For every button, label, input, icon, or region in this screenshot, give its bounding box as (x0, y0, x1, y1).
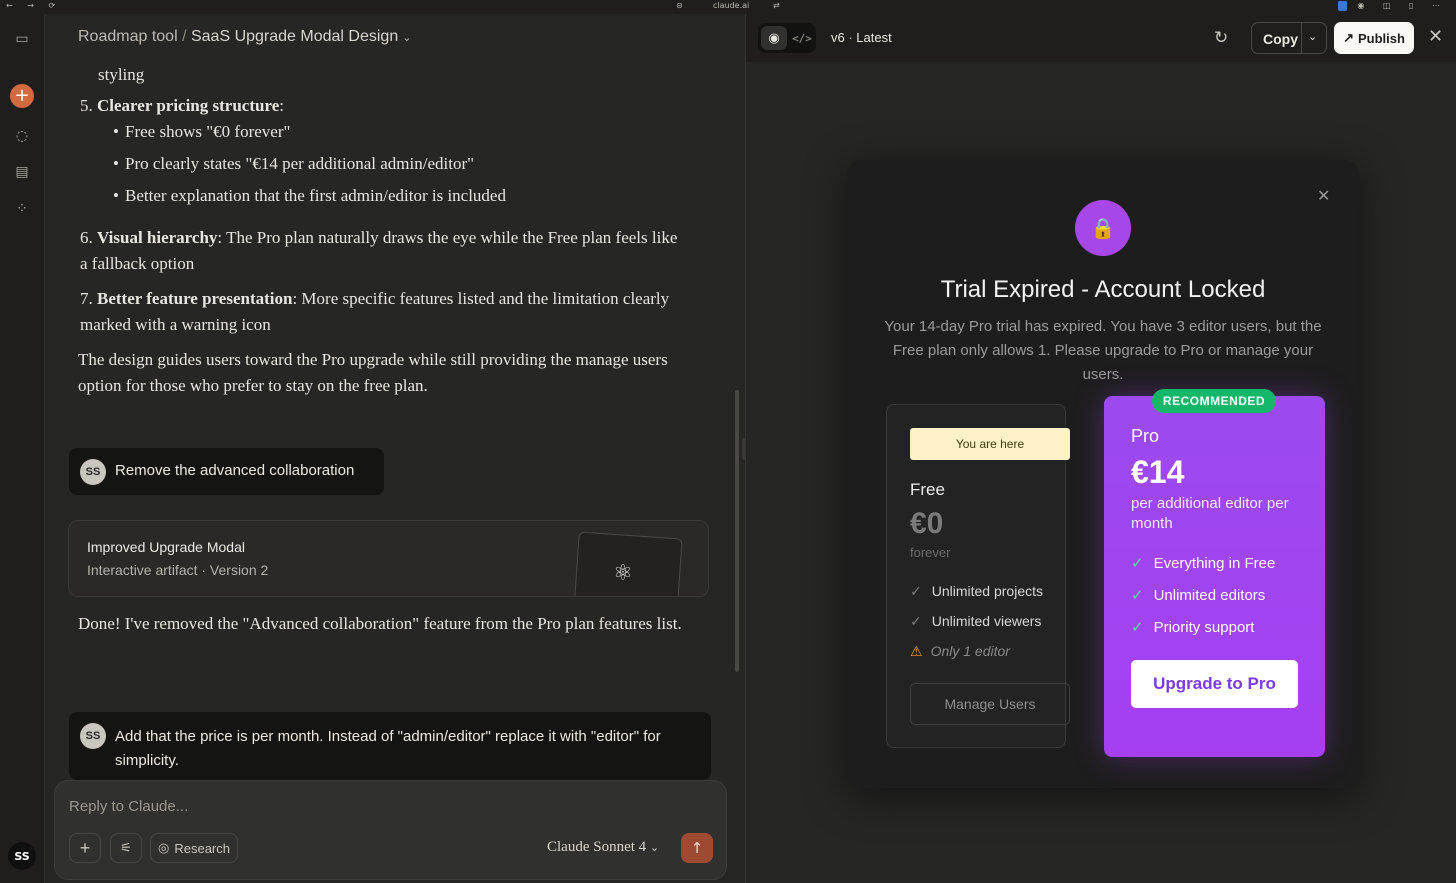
list-item: Better explanation that the first admin/… (113, 186, 506, 206)
copy-button[interactable]: Copy ⌄ (1251, 22, 1327, 54)
chevron-down-icon: ⌄ (649, 842, 660, 854)
list-item: Pro clearly states "€14 per additional a… (113, 154, 474, 174)
chevron-down-icon[interactable]: ⌄ (402, 32, 411, 44)
user-avatar[interactable]: SS (8, 842, 36, 870)
assistant-summary: The design guides users toward the Pro u… (78, 350, 668, 395)
check-icon: ✓ (1131, 587, 1144, 604)
manage-users-button[interactable]: Manage Users (910, 683, 1070, 725)
browser-url[interactable]: claude.ai (713, 1, 749, 10)
chat-scrollbar[interactable] (735, 390, 739, 672)
shield-icon[interactable] (1337, 1, 1347, 11)
share-arrow-icon: ↗ (1343, 30, 1354, 45)
recommended-badge: RECOMMENDED (1152, 389, 1276, 413)
model-label: Claude Sonnet 4 (547, 839, 647, 855)
research-label: Research (174, 840, 230, 856)
research-icon: ◎ (158, 840, 170, 855)
feature-item: ✓ Everything in Free (1131, 555, 1276, 572)
code-icon[interactable]: </> (790, 26, 814, 50)
chevron-down-icon[interactable]: ⌄ (1308, 30, 1317, 43)
breadcrumb-project[interactable]: Roadmap tool (78, 28, 178, 45)
plan-period: forever (910, 545, 951, 560)
close-icon[interactable]: ✕ (1317, 186, 1330, 206)
modal-description: Your 14-day Pro trial has expired. You h… (884, 318, 1322, 383)
lock-icon: 🔒 (1075, 200, 1131, 256)
chat-breadcrumb[interactable]: Roadmap tool / SaaS Upgrade Modal Design… (78, 28, 411, 46)
plan-name: Free (910, 480, 945, 499)
feature-item: ✓ Unlimited viewers (910, 613, 1042, 629)
tune-icon[interactable]: ⇄ (773, 1, 780, 10)
research-button[interactable]: ◎ Research (150, 833, 238, 863)
modal-title: Trial Expired - Account Locked (940, 276, 1266, 303)
add-attachment-button[interactable]: + (69, 833, 101, 863)
user-message-text: Remove the advanced collaboration (115, 462, 355, 479)
plan-period: per additional editor per month (1131, 495, 1289, 532)
refresh-icon[interactable]: ↻ (1214, 28, 1228, 48)
assistant-reply: Done! I've removed the "Advanced collabo… (78, 614, 682, 633)
plan-price: €0 (910, 507, 944, 540)
artifact-pane: ◉ </> v6 · Latest ↻ Copy ⌄ ↗ Publish ✕ ✕ … (745, 14, 1456, 883)
model-selector[interactable]: Claude Sonnet 4 ⌄ (547, 839, 659, 856)
copy-divider (1301, 23, 1302, 53)
artifacts-icon[interactable]: ⁘ (11, 198, 33, 220)
user-message: SS Add that the price is per month. Inst… (69, 712, 711, 780)
warning-icon: ⚠ (910, 643, 923, 659)
partial-line: styling (98, 65, 145, 84)
list-item: Free shows "€0 forever" (113, 122, 290, 142)
artifact-toolbar: ◉ </> v6 · Latest ↻ Copy ⌄ ↗ Publish ✕ (746, 14, 1456, 62)
link-icon: ⊝ (676, 1, 683, 10)
breadcrumb-separator: / (182, 28, 187, 45)
view-toggle: ◉ </> (758, 23, 816, 53)
reply-input[interactable] (69, 793, 669, 819)
chat-title[interactable]: SaaS Upgrade Modal Design (191, 28, 398, 45)
artifact-card-subtitle: Interactive artifact · Version 2 (87, 562, 269, 578)
version-label[interactable]: v6 · Latest (831, 30, 892, 45)
app-root: ← → ⟳ ⊝ claude.ai ⇄ ◉ ◫ ▯ ⋯ ▭ + ◌ ▤ ⁘ SS… (0, 0, 1456, 883)
plan-price: €14 (1131, 454, 1185, 490)
feature-item: ✓ Unlimited projects (910, 583, 1043, 599)
pro-plan-card: RECOMMENDED Pro €14 per additional edito… (1104, 389, 1325, 757)
plan-name: Pro (1131, 426, 1160, 446)
artifact-card[interactable]: Improved Upgrade Modal Interactive artif… (68, 520, 709, 597)
upgrade-to-pro-button[interactable]: Upgrade to Pro (1131, 660, 1298, 708)
projects-icon[interactable]: ▤ (11, 161, 33, 183)
browser-extension-icons[interactable]: ◉ ◫ ▯ ⋯ (1337, 1, 1448, 11)
send-button[interactable]: ↑ (681, 833, 713, 863)
feature-item: ✓ Unlimited editors (1131, 587, 1266, 604)
user-message-avatar: SS (80, 723, 106, 749)
upgrade-modal: ✕ 🔒 Trial Expired - Account Locked Your … (847, 160, 1359, 788)
browser-top-strip: ← → ⟳ ⊝ claude.ai ⇄ ◉ ◫ ▯ ⋯ (0, 0, 1456, 14)
check-icon: ✓ (1131, 619, 1144, 636)
copy-label: Copy (1263, 31, 1298, 47)
browser-nav-icons[interactable]: ← → ⟳ (6, 1, 61, 10)
react-atom-icon: ⚛ (613, 561, 633, 586)
close-icon[interactable]: ✕ (1428, 26, 1443, 47)
new-chat-button[interactable]: + (10, 84, 34, 108)
sidebar-toggle-icon[interactable]: ▭ (11, 28, 33, 50)
feature-item: ✓ Priority support (1131, 619, 1255, 636)
limitation-item: ⚠ Only 1 editor (910, 643, 1010, 659)
list-item: 6. Visual hierarchy: The Pro plan natura… (80, 228, 678, 273)
user-message-avatar: SS (80, 459, 106, 485)
user-message-text: Add that the price is per month. Instead… (115, 728, 661, 769)
list-item: 7. Better feature presentation: More spe… (80, 289, 670, 334)
publish-label: Publish (1357, 30, 1405, 46)
check-icon: ✓ (910, 613, 922, 629)
left-rail: ▭ + ◌ ▤ ⁘ SS (0, 14, 45, 883)
preview-eye-icon[interactable]: ◉ (761, 26, 787, 50)
user-message: SS Remove the advanced collaboration (69, 448, 384, 495)
check-icon: ✓ (910, 583, 922, 599)
current-plan-badge: You are here (910, 428, 1070, 460)
free-plan-card: You are here Free €0 forever ✓ Unlimited … (886, 404, 1070, 748)
reply-composer: + ⚟ ◎ Research Claude Sonnet 4 ⌄ ↑ (54, 780, 727, 880)
artifact-card-title: Improved Upgrade Modal (87, 539, 245, 555)
chats-icon[interactable]: ◌ (11, 125, 33, 147)
check-icon: ✓ (1131, 555, 1144, 572)
tools-settings-icon[interactable]: ⚟ (110, 833, 142, 863)
chat-pane: Roadmap tool / SaaS Upgrade Modal Design… (46, 14, 743, 883)
list-item: 5. Clearer pricing structure: (80, 96, 284, 115)
publish-button[interactable]: ↗ Publish (1334, 22, 1414, 54)
